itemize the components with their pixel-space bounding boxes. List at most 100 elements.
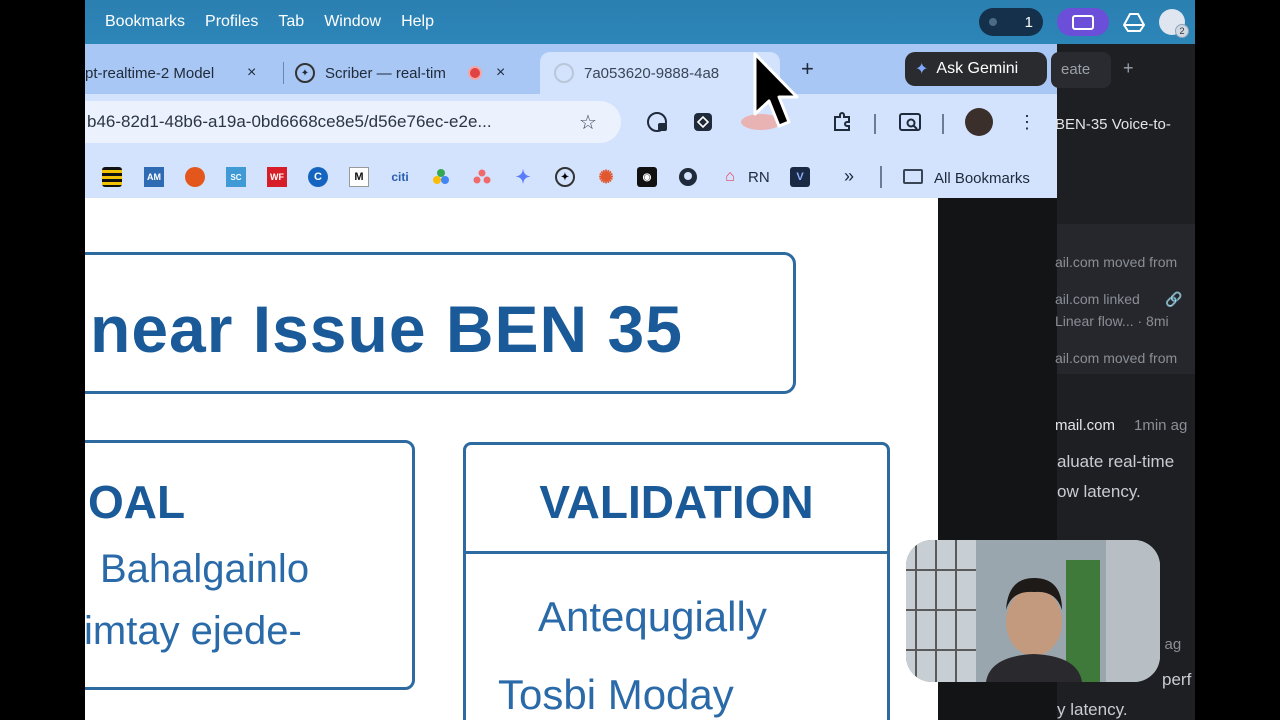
menu-extras: 1 2 [979,0,1195,44]
profile-avatar[interactable] [965,108,993,136]
bookmark-dots-icon[interactable] [431,167,451,187]
bookmark-claude-icon[interactable]: ✺ [596,167,616,187]
letterbox-left [0,0,85,720]
account-badge: 2 [1175,24,1189,38]
webcam-video [906,540,1160,682]
validation-card: VALIDATION Antequgially Tosbi Moday [463,442,890,720]
activity-item: ail.com moved from [1055,254,1178,270]
menu-tab[interactable]: Tab [278,13,304,31]
new-tab-button[interactable]: + [801,56,814,82]
mouse-cursor-icon [753,52,799,128]
tab-divider [283,62,284,84]
issue-title-card: near Issue BEN 35 [85,252,796,394]
address-bar[interactable]: b46-82d1-48b6-a19a-0bd6668ce8e5/d56e76ec… [85,101,621,143]
all-bookmarks-button[interactable]: All Bookmarks [934,170,1030,187]
tab-title: 7a053620-9888-4a8 [584,64,720,82]
notification-pill[interactable]: 1 [979,8,1043,36]
comment-line-2: y latency. [1057,700,1128,719]
bookmark-c-icon[interactable]: C [308,167,328,187]
bookmark-airbnb-icon[interactable]: ⌂ [720,167,740,187]
close-icon[interactable]: × [247,64,256,82]
tab-model[interactable]: pt-realtime-2 Model × [85,52,280,94]
gemini-icon: ✦ [915,61,929,78]
notification-count: 1 [1024,13,1033,31]
close-icon[interactable]: × [496,64,505,82]
extensions-puzzle-icon[interactable] [830,110,854,134]
password-icon[interactable] [645,110,669,134]
status-dot-icon [989,18,997,26]
tab-active[interactable]: 7a053620-9888-4a8 × [540,52,780,94]
gemini-label: Ask Gemini [936,60,1019,77]
bookmark-v-icon[interactable]: V [790,167,810,187]
card-divider [466,551,887,554]
browser-toolbar: b46-82d1-48b6-a19a-0bd6668ce8e5/d56e76ec… [85,94,1057,150]
drive-icon[interactable] [1123,12,1145,32]
url-text[interactable]: b46-82d1-48b6-a19a-0bd6668ce8e5/d56e76ec… [87,112,567,132]
validation-line-1: Antequgially [538,593,767,640]
activity-item: ail.com moved from [1055,350,1178,366]
folder-icon [903,169,923,184]
toolbar-divider [874,114,876,134]
goal-heading: OAL [88,476,186,528]
extension-cube-icon[interactable] [691,110,715,134]
toolbar-divider [942,114,944,134]
menu-bookmarks[interactable]: Bookmarks [105,13,185,31]
goal-card: OAL Bahalgainlo imtay ejede- [85,440,415,690]
menu-profiles[interactable]: Profiles [205,13,258,31]
bookmark-openai-icon[interactable]: ✦ [555,167,575,187]
tab-title: Scriber — real-tim [325,64,446,82]
linear-tab[interactable]: eate [1051,52,1111,88]
linear-new-tab-button[interactable]: + [1123,58,1134,79]
linear-tab-label: eate [1061,61,1091,78]
issue-heading: BEN-35 Voice-to- [1055,116,1171,133]
tab-strip: pt-realtime-2 Model × ✦ Scriber — real-t… [85,44,1057,94]
comment-line-1: aluate real-time [1057,452,1175,471]
ask-gemini-button[interactable]: ✦ Ask Gemini [905,52,1047,86]
bookmark-star-icon[interactable]: ☆ [579,110,597,135]
recording-icon [468,66,482,80]
bookmark-stripes-icon[interactable] [102,167,122,187]
bookmark-github-icon[interactable] [678,167,698,187]
bookmark-dark-icon[interactable]: ◉ [637,167,657,187]
activity-item: ail.com linked [1055,291,1140,307]
menu-window[interactable]: Window [324,13,381,31]
goal-line-2: imtay ejede- [85,609,302,653]
comment-time: 1min ag [1134,417,1188,434]
browser-window: pt-realtime-2 Model × ✦ Scriber — real-t… [85,44,1057,198]
issue-title: near Issue BEN 35 [90,292,683,366]
tab-title: pt-realtime-2 Model [85,64,215,82]
loading-icon [554,63,574,83]
bookmark-m-icon[interactable]: M [349,167,369,187]
bookmarks-overflow-icon[interactable]: » [844,166,854,187]
comment-line-2: ow latency. [1057,482,1141,501]
tab-scriber[interactable]: ✦ Scriber — real-tim × [295,52,535,94]
goal-line-1: Bahalgainlo [100,547,310,591]
validation-heading: VALIDATION [539,476,814,528]
menu-bar: Bookmarks Profiles Tab Window Help 1 2 [85,0,1195,44]
letterbox-right [1195,0,1280,720]
bookmarks-divider [880,166,882,188]
bookmark-circle-icon[interactable] [185,167,205,187]
comment-line-1: perf [1162,670,1192,689]
bookmark-rn[interactable]: RN [748,169,770,186]
more-menu-icon[interactable]: ⋮ [1015,110,1039,134]
account-avatar[interactable]: 2 [1159,9,1189,38]
bookmark-asana-icon[interactable] [472,167,492,187]
validation-line-2: Tosbi Moday [498,671,734,718]
bookmark-blue-icon[interactable]: SC [226,167,246,187]
link-icon: 🔗 [1165,291,1183,307]
webcam-overlay [906,540,1160,682]
comment-author: mail.com [1055,417,1116,434]
bookmark-citi-icon[interactable]: citi [390,167,410,187]
bookmark-sparkle-icon[interactable]: ✦ [513,167,533,187]
screen-share-pill[interactable] [1057,8,1109,36]
page-content: near Issue BEN 35 OAL Bahalgainlo imtay … [85,198,938,720]
activity-item: Linear flow... · 8mi [1055,313,1169,329]
bookmarks-bar: AM SC WF C M citi ✦ ✦ ✺ ◉ ⌂ RN V » All B… [85,150,1057,198]
search-tabs-icon[interactable] [898,110,922,134]
menu-help[interactable]: Help [401,13,434,31]
bookmark-amex-icon[interactable]: AM [144,167,164,187]
bookmark-wellsfargo-icon[interactable]: WF [267,167,287,187]
openai-icon: ✦ [295,63,315,83]
screen-icon [1072,14,1094,30]
